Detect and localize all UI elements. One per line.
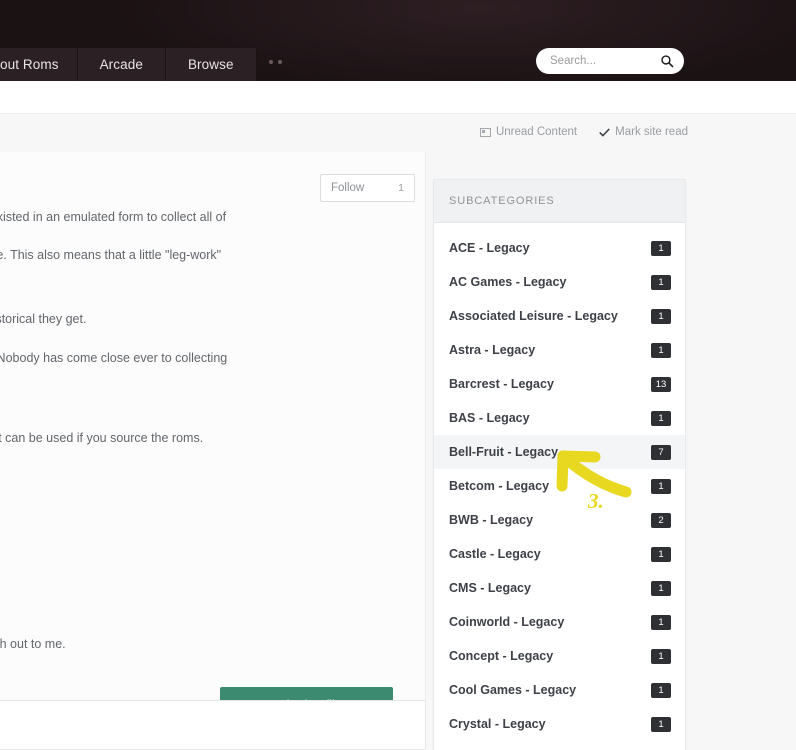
subcategories-panel: SUBCATEGORIES ACE - Legacy 1 AC Games - Le… xyxy=(433,179,686,750)
subcategories-title: SUBCATEGORIES xyxy=(434,180,685,223)
subcategory-label: AC Games - Legacy xyxy=(449,275,567,289)
description-paragraph: couple of decades in terms of layouts th… xyxy=(0,430,204,445)
mark-site-read-link[interactable]: Mark site read xyxy=(599,126,688,138)
subcategory-label: BWB - Legacy xyxy=(449,513,534,527)
subcategory-label: Coinworld - Legacy xyxy=(449,615,565,629)
search-box[interactable] xyxy=(536,48,684,74)
check-icon xyxy=(599,128,610,136)
subcategory-count-badge: 13 xyxy=(651,376,671,392)
description-paragraph: him for all his time, effort and work he… xyxy=(0,350,228,365)
subcategory-count-badge: 7 xyxy=(651,444,671,460)
subcategory-count-badge: 1 xyxy=(651,308,671,324)
subcategory-item[interactable]: Concept - Legacy 1 xyxy=(434,639,685,673)
nav-arcade[interactable]: Arcade xyxy=(77,48,166,81)
utility-bar: Unread Content Mark site read xyxy=(479,126,688,138)
unread-content-icon xyxy=(479,127,491,137)
subcategory-item[interactable]: CTL - Legacy1 xyxy=(434,741,685,750)
subcategory-count-badge: 1 xyxy=(651,478,671,494)
subcategory-item[interactable]: Associated Leisure - Legacy 1 xyxy=(434,299,685,333)
subcategory-item[interactable]: Cool Games - Legacy 1 xyxy=(434,673,685,707)
description-paragraph: and made for others in the past then rea… xyxy=(0,636,66,651)
nav-more-button[interactable] xyxy=(257,48,294,81)
search-input[interactable] xyxy=(550,55,660,67)
mark-site-read-label: Mark site read xyxy=(615,126,688,138)
subcategory-label: ACE - Legacy xyxy=(449,241,530,255)
subcategory-label: CMS - Legacy xyxy=(449,581,531,595)
subcategory-count-badge: 1 xyxy=(651,240,671,256)
description-paragraph: or the game. xyxy=(0,272,403,290)
description-paragraph: n't know what to use - check the .GAM fi… xyxy=(0,248,222,263)
subcategory-label: Betcom - Legacy xyxy=(449,479,550,493)
nav-arcade-label: Arcade xyxy=(99,57,143,72)
subcategory-count-badge: 2 xyxy=(651,512,671,528)
description-paragraph: r all the years that Fruit Machines have… xyxy=(0,210,227,224)
follow-button[interactable]: Follow 1 xyxy=(320,174,415,202)
subcategory-label: Concept - Legacy xyxy=(449,649,554,663)
page-root: out Roms Arcade Browse Search... Unread … xyxy=(0,0,796,750)
subcategory-item[interactable]: Castle - Legacy 1 xyxy=(434,537,685,571)
nav-browse-label: Browse xyxy=(187,57,234,72)
subcategory-count-badge: 1 xyxy=(651,410,671,426)
subcategory-label: Barcrest - Legacy xyxy=(449,377,554,391)
subcategory-item[interactable]: BWB - Legacy 2 xyxy=(434,503,685,537)
subcategory-count-badge: 1 xyxy=(651,614,671,630)
ellipsis-dot-icon xyxy=(277,59,282,64)
subcategory-label: Castle - Legacy xyxy=(449,547,541,561)
subcategory-count-badge: 1 xyxy=(651,274,671,290)
nav-about-roms[interactable]: out Roms xyxy=(0,48,78,81)
subcategory-count-badge: 1 xyxy=(651,342,671,358)
subcategory-count-badge: 1 xyxy=(651,716,671,732)
subcategory-item[interactable]: CMS - Legacy 1 xyxy=(434,571,685,605)
subcategory-count-badge: 1 xyxy=(651,546,671,562)
subcategory-label: BAS - Legacy xyxy=(449,411,530,425)
main-navigation: out Roms Arcade Browse xyxy=(0,48,294,81)
category-content-panel: Follow 1 r all the years that Fruit Mach… xyxy=(0,152,426,750)
subcategory-item[interactable]: Coinworld - Legacy 1 xyxy=(434,605,685,639)
subcategory-list: ACE - Legacy 1 AC Games - Legacy 1 Associate… xyxy=(434,223,685,750)
subcategory-item[interactable]: Barcrest - Legacy 13 xyxy=(434,367,685,401)
subcategory-count-badge: 1 xyxy=(651,682,671,698)
ellipsis-dot-icon xyxy=(268,59,273,64)
subcategory-count-badge: 1 xyxy=(651,580,671,596)
subcategory-label: Crystal - Legacy xyxy=(449,717,546,731)
description-paragraph: to get some of these running the more hi… xyxy=(0,312,87,327)
empty-state-box: ategory yet. xyxy=(0,700,426,750)
unread-content-label: Unread Content xyxy=(495,126,578,138)
nav-browse[interactable]: Browse xyxy=(165,48,257,81)
search-icon[interactable] xyxy=(660,54,674,68)
subcategory-label: Associated Leisure - Legacy xyxy=(449,309,618,323)
subcategory-item[interactable]: Betcom - Legacy 1 xyxy=(434,469,685,503)
subcategory-item[interactable]: BAS - Legacy 1 xyxy=(434,401,685,435)
subcategory-item[interactable]: Crystal - Legacy 1 xyxy=(434,707,685,741)
description-paragraph: provided over the years. xyxy=(0,597,403,615)
nav-about-roms-label: out Roms xyxy=(0,57,59,72)
subcategory-item[interactable]: AC Games - Legacy 1 xyxy=(434,265,685,299)
category-description: r all the years that Fruit Machines have… xyxy=(0,152,403,653)
subcategory-label: Bell-Fruit - Legacy xyxy=(449,445,559,459)
subcategory-item[interactable]: Bell-Fruit - Legacy 7 xyxy=(434,435,685,469)
subcategory-count-badge: 1 xyxy=(651,648,671,664)
follow-count: 1 xyxy=(398,182,404,194)
subcategory-item[interactable]: ACE - Legacy 1 xyxy=(434,231,685,265)
follow-button-label: Follow xyxy=(331,182,365,194)
subcategory-item[interactable]: Astra - Legacy 1 xyxy=(434,333,685,367)
subcategory-label: Astra - Legacy xyxy=(449,343,536,357)
subcategory-label: Cool Games - Legacy xyxy=(449,683,577,697)
unread-content-link[interactable]: Unread Content xyxy=(479,126,578,138)
secondary-bar xyxy=(0,81,796,114)
site-header: out Roms Arcade Browse xyxy=(0,0,796,81)
